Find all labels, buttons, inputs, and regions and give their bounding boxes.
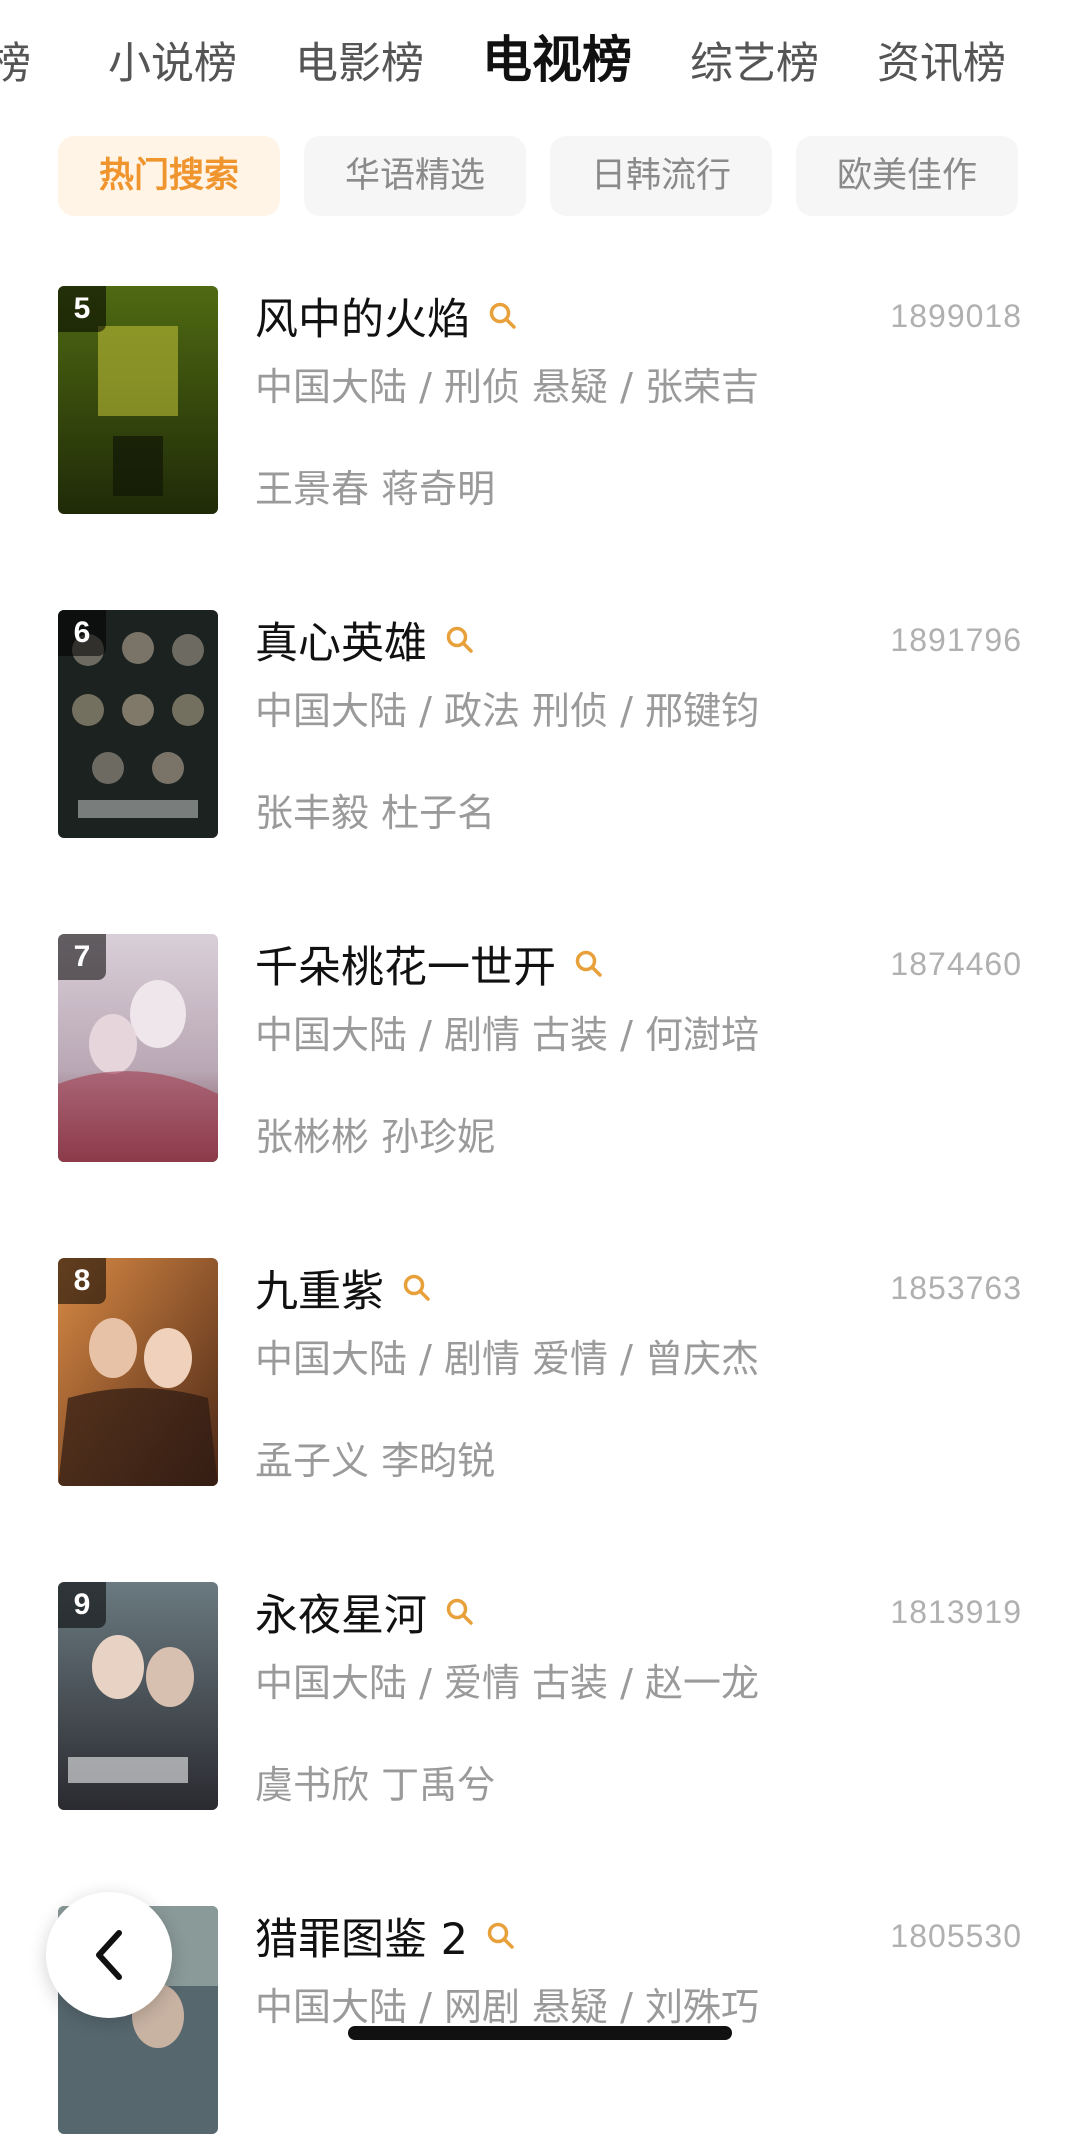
chip-hot-search[interactable]: 热门搜索 xyxy=(58,136,280,216)
list-item[interactable]: 7 千朵桃花一世开 1874460 中国大陆 / 剧情 古装 / 何澍培 张彬彬… xyxy=(0,928,1080,1168)
title-row: 真心英雄 xyxy=(255,610,475,670)
title-row: 千朵桃花一世开 xyxy=(255,934,604,994)
chip-japan-korea[interactable]: 日韩流行 xyxy=(550,136,772,216)
rank-number: 7 xyxy=(58,934,106,980)
chevron-left-icon xyxy=(96,1930,122,1980)
chip-chinese-picks[interactable]: 华语精选 xyxy=(304,136,526,216)
poster-image[interactable]: 9 xyxy=(58,1582,218,1810)
search-icon[interactable] xyxy=(402,1273,432,1303)
show-cast: 王景春 蒋奇明 xyxy=(255,467,496,511)
title-row: 九重紫 xyxy=(255,1258,432,1318)
show-title[interactable]: 九重紫 xyxy=(255,1257,384,1319)
poster-image[interactable]: 5 xyxy=(58,286,218,514)
show-cast: 虞书欣 丁禹兮 xyxy=(255,1763,496,1807)
tab-movie-chart[interactable]: 电影榜 xyxy=(295,34,424,94)
show-cast: 孟子义 李昀锐 xyxy=(255,1439,496,1483)
heat-score: 1853763 xyxy=(890,1270,1022,1306)
back-button[interactable] xyxy=(46,1892,172,2018)
tab-novel-chart[interactable]: 小说榜 xyxy=(108,34,237,94)
top-category-tabs: 榜 小说榜 电影榜 电视榜 综艺榜 资讯榜 xyxy=(0,0,1080,130)
show-title[interactable]: 猎罪图鉴 2 xyxy=(255,1905,468,1967)
heat-score: 1891796 xyxy=(890,622,1022,658)
show-cast: 张彬彬 孙珍妮 xyxy=(255,1115,496,1159)
show-meta: 中国大陆 / 剧情 爱情 / 曾庆杰 xyxy=(255,1337,760,1381)
poster-image[interactable]: 7 xyxy=(58,934,218,1162)
list-item[interactable]: 5 风中的火焰 1899018 中国大陆 / 刑侦 悬疑 / 张荣吉 王景春 蒋… xyxy=(0,280,1080,520)
show-title[interactable]: 真心英雄 xyxy=(255,609,427,671)
title-row: 风中的火焰 xyxy=(255,286,518,346)
show-title[interactable]: 永夜星河 xyxy=(255,1581,427,1643)
title-row: 永夜星河 xyxy=(255,1582,475,1642)
filter-chips: 热门搜索 华语精选 日韩流行 欧美佳作 xyxy=(0,136,1080,218)
show-cast: 张丰毅 杜子名 xyxy=(255,791,496,835)
list-item[interactable]: 9 永夜星河 1813919 中国大陆 / 爱情 古装 / 赵一龙 虞书欣 丁禹… xyxy=(0,1576,1080,1816)
rank-number: 8 xyxy=(58,1258,106,1304)
show-meta: 中国大陆 / 爱情 古装 / 赵一龙 xyxy=(255,1661,760,1705)
list-item[interactable]: 6 真心英雄 1891796 中国大陆 / 政法 刑侦 / 邢键钧 张丰毅 杜子… xyxy=(0,604,1080,844)
tab-variety-chart[interactable]: 综艺榜 xyxy=(690,34,819,94)
poster-image[interactable]: 6 xyxy=(58,610,218,838)
show-meta: 中国大陆 / 政法 刑侦 / 邢键钧 xyxy=(255,689,760,733)
title-row: 猎罪图鉴 2 xyxy=(255,1906,516,1966)
tab-news-chart[interactable]: 资讯榜 xyxy=(877,34,1006,94)
show-meta: 中国大陆 / 剧情 古装 / 何澍培 xyxy=(255,1013,760,1057)
rank-number: 6 xyxy=(58,610,106,656)
show-meta: 中国大陆 / 网剧 悬疑 / 刘殊巧 xyxy=(255,1985,760,2029)
rank-number: 9 xyxy=(58,1582,106,1628)
show-title[interactable]: 千朵桃花一世开 xyxy=(255,933,556,995)
heat-score: 1805530 xyxy=(890,1918,1022,1954)
heat-score: 1874460 xyxy=(890,946,1022,982)
search-icon[interactable] xyxy=(486,1921,516,1951)
heat-score: 1899018 xyxy=(890,298,1022,334)
tab-partial[interactable]: 榜 xyxy=(0,34,31,94)
show-meta: 中国大陆 / 刑侦 悬疑 / 张荣吉 xyxy=(255,365,760,409)
show-title[interactable]: 风中的火焰 xyxy=(255,285,470,347)
search-icon[interactable] xyxy=(488,301,518,331)
heat-score: 1813919 xyxy=(890,1594,1022,1630)
rank-number: 5 xyxy=(58,286,106,332)
search-icon[interactable] xyxy=(445,625,475,655)
search-icon[interactable] xyxy=(445,1597,475,1627)
list-item[interactable]: 8 九重紫 1853763 中国大陆 / 剧情 爱情 / 曾庆杰 孟子义 李昀锐 xyxy=(0,1252,1080,1492)
chip-western[interactable]: 欧美佳作 xyxy=(796,136,1018,216)
poster-image[interactable]: 8 xyxy=(58,1258,218,1486)
tab-tv-chart[interactable]: 电视榜 xyxy=(482,30,632,90)
search-icon[interactable] xyxy=(574,949,604,979)
home-indicator[interactable] xyxy=(348,2026,732,2040)
